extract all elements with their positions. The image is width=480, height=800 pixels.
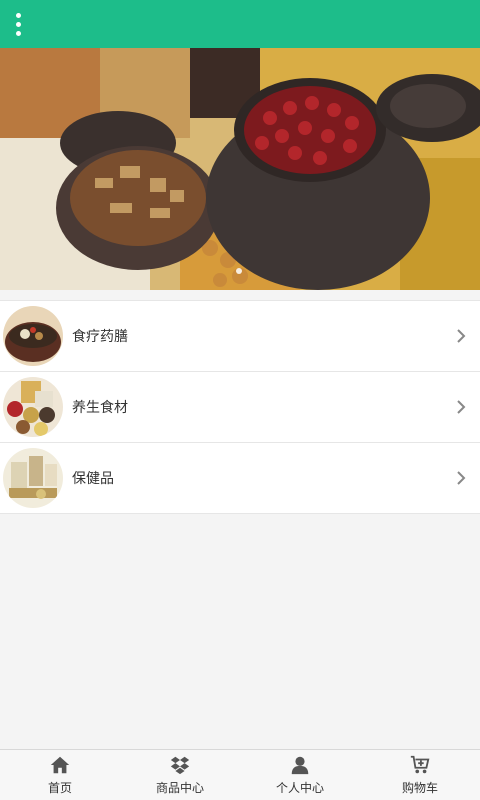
chevron-right-icon xyxy=(457,329,466,343)
more-vertical-icon[interactable] xyxy=(8,10,28,38)
top-bar xyxy=(0,0,480,48)
tab-cart[interactable]: 购物车 xyxy=(360,750,480,800)
bottom-tab-bar: 首页 商品中心 个人中心 购物车 xyxy=(0,749,480,800)
tab-products[interactable]: 商品中心 xyxy=(120,750,240,800)
cart-icon xyxy=(410,755,430,774)
banner-image xyxy=(0,48,480,290)
tab-label: 购物车 xyxy=(401,781,438,795)
list-item-label: 保健品 xyxy=(72,471,114,487)
tab-profile[interactable]: 个人中心 xyxy=(240,750,360,800)
tab-label: 个人中心 xyxy=(275,781,324,795)
list-item[interactable]: 食疗药膳 xyxy=(0,301,480,372)
home-icon xyxy=(50,756,70,774)
list-item-label: 养生食材 xyxy=(72,400,128,416)
grains-thumbnail xyxy=(3,377,63,437)
chevron-right-icon xyxy=(457,400,466,414)
herbal-soup-thumbnail xyxy=(3,306,63,366)
dropbox-icon xyxy=(170,756,190,775)
list-item[interactable]: 保健品 xyxy=(0,443,480,514)
chevron-right-icon xyxy=(457,471,466,485)
carousel-indicator[interactable] xyxy=(236,268,242,274)
tab-home[interactable]: 首页 xyxy=(0,750,120,800)
list-item-label: 食疗药膳 xyxy=(72,329,128,345)
tab-label: 商品中心 xyxy=(155,781,204,795)
user-icon xyxy=(291,756,309,775)
banner-carousel[interactable] xyxy=(0,48,480,290)
list-item[interactable]: 养生食材 xyxy=(0,372,480,443)
health-products-thumbnail xyxy=(3,448,63,508)
tab-label: 首页 xyxy=(47,781,72,795)
category-list: 食疗药膳 养生食材 保健品 xyxy=(0,300,480,514)
